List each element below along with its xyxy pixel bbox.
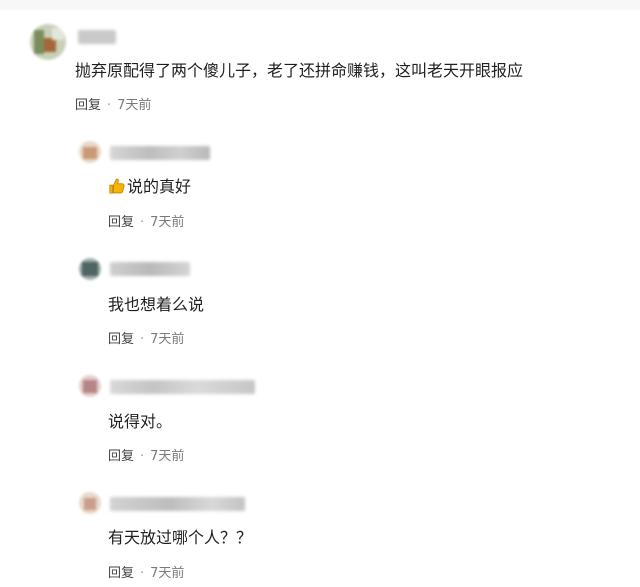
reply-button[interactable]: 回复 — [108, 332, 134, 347]
username-blurred[interactable] — [110, 497, 245, 511]
reply-text: 说的真好 — [127, 177, 192, 196]
username-blurred[interactable] — [110, 146, 210, 160]
timestamp: 7天前 — [150, 332, 185, 347]
username-blurred[interactable] — [110, 380, 255, 394]
meta-separator: · — [140, 215, 145, 230]
meta-separator: · — [140, 449, 145, 464]
comment-meta: 回复 · 7天前 — [75, 98, 151, 114]
reply-button[interactable]: 回复 — [108, 449, 134, 464]
top-divider — [0, 0, 640, 10]
meta-separator: · — [140, 332, 145, 347]
reply-meta: 回复 · 7天前 — [108, 449, 184, 465]
reply-meta: 回复 · 7天前 — [108, 215, 184, 231]
avatar[interactable] — [79, 375, 101, 397]
avatar[interactable] — [79, 492, 101, 514]
reply-button[interactable]: 回复 — [108, 566, 134, 581]
comment-thread: 抛弃原配得了两个傻儿子，老了还拼命赚钱，这叫老天开眼报应 回复 · 7天前 说的真好… — [0, 0, 640, 587]
meta-separator: · — [107, 98, 112, 113]
meta-separator: · — [140, 566, 145, 581]
avatar[interactable] — [79, 141, 101, 163]
username-blurred[interactable] — [110, 262, 190, 276]
reply-meta: 回复 · 7天前 — [108, 566, 184, 582]
reply-button[interactable]: 回复 — [108, 215, 134, 230]
reply-text: 有天放过哪个人？？ — [108, 528, 253, 547]
timestamp: 7天前 — [117, 98, 152, 113]
reply-text: 我也想着么说 — [108, 295, 205, 314]
timestamp: 7天前 — [150, 215, 185, 230]
comment-text: 抛弃原配得了两个傻儿子，老了还拼命赚钱，这叫老天开眼报应 — [75, 61, 524, 80]
reply-text: 说得对。 — [108, 412, 173, 431]
reply-button[interactable]: 回复 — [75, 98, 101, 113]
avatar[interactable] — [79, 258, 101, 280]
username-blurred[interactable] — [78, 30, 116, 44]
thumbs-up-icon — [109, 178, 125, 194]
timestamp: 7天前 — [150, 449, 185, 464]
reply-meta: 回复 · 7天前 — [108, 332, 184, 348]
avatar[interactable] — [30, 24, 66, 60]
timestamp: 7天前 — [150, 566, 185, 581]
reply-text-row: 说的真好 — [108, 177, 191, 197]
